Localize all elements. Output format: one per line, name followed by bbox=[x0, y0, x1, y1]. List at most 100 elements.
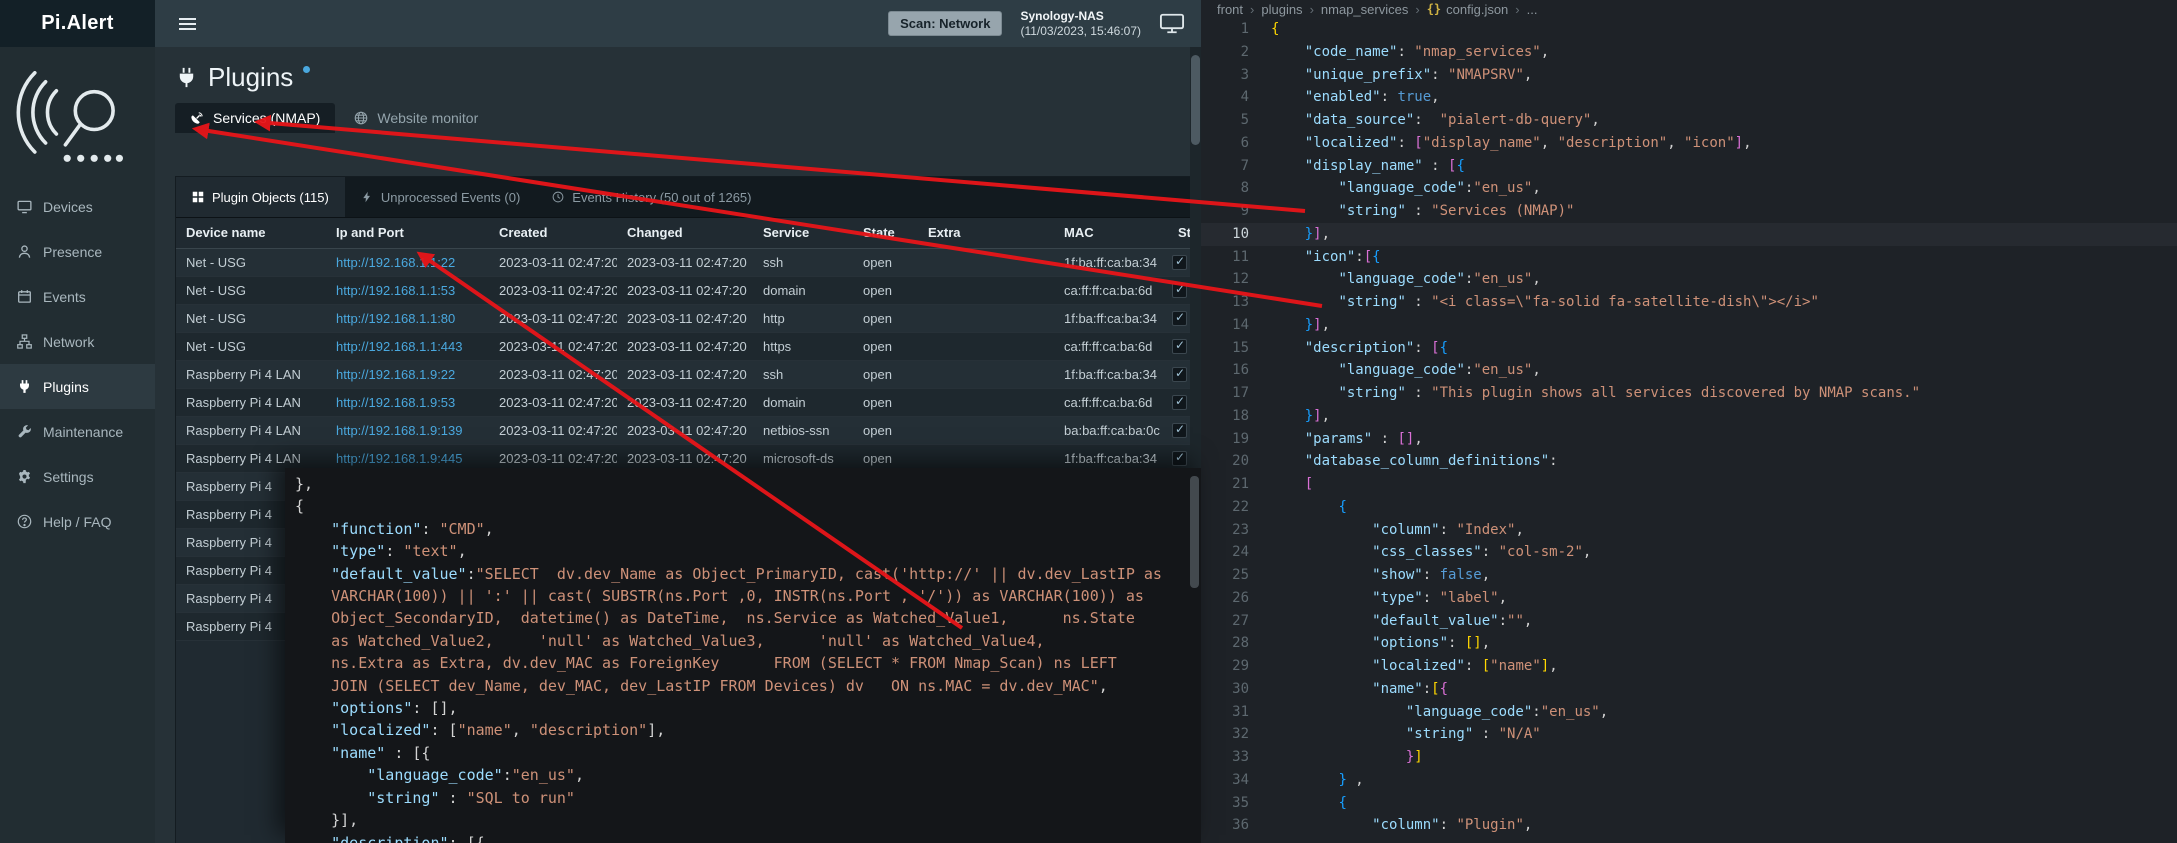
editor-line[interactable]: 18 }], bbox=[1201, 405, 2177, 428]
editor-line[interactable]: 14 }], bbox=[1201, 314, 2177, 337]
status-checkbox[interactable] bbox=[1172, 311, 1187, 326]
status-checkbox[interactable] bbox=[1172, 367, 1187, 382]
line-number: 22 bbox=[1211, 496, 1249, 519]
editor-line[interactable]: 19 "params" : [], bbox=[1201, 428, 2177, 451]
sidebar-item-devices[interactable]: Devices bbox=[0, 184, 155, 229]
overlay-scrollbar[interactable] bbox=[1190, 476, 1199, 588]
brand-logo[interactable]: Pi.Alert bbox=[0, 0, 155, 47]
page-head: Plugins bbox=[175, 61, 1191, 93]
ip-port-link[interactable]: http://192.168.1.1:53 bbox=[336, 283, 455, 298]
editor-line[interactable]: 5 "data_source": "pialert-db-query", bbox=[1201, 109, 2177, 132]
line-number: 13 bbox=[1211, 291, 1249, 314]
editor-line[interactable]: 33 }] bbox=[1201, 746, 2177, 769]
editor-line[interactable]: 31 "language_code":"en_us", bbox=[1201, 701, 2177, 724]
editor-line[interactable]: 22 { bbox=[1201, 496, 2177, 519]
column-header-state[interactable]: State bbox=[853, 218, 918, 248]
column-header-created[interactable]: Created bbox=[489, 218, 617, 248]
editor-line[interactable]: 30 "name":[{ bbox=[1201, 678, 2177, 701]
panel-tab-unprocessed-events-0[interactable]: Unprocessed Events (0) bbox=[345, 177, 536, 217]
breadcrumb-item-front[interactable]: front bbox=[1217, 2, 1243, 17]
breadcrumb-item-more[interactable]: ... bbox=[1527, 2, 1538, 17]
mac-cell: ca:ff:ff:ca:ba:6d bbox=[1054, 388, 1168, 416]
line-code: "unique_prefix": "NMAPSRV", bbox=[1271, 64, 1532, 87]
status-checkbox[interactable] bbox=[1172, 395, 1187, 410]
editor-line[interactable]: 32 "string" : "N/A" bbox=[1201, 723, 2177, 746]
editor-line[interactable]: 35 { bbox=[1201, 792, 2177, 815]
ip-port-link[interactable]: http://192.168.1.1:443 bbox=[336, 339, 463, 354]
breadcrumb-separator: › bbox=[1515, 2, 1519, 17]
column-header-ip-and-port[interactable]: Ip and Port bbox=[326, 218, 489, 248]
editor-line[interactable]: 1{ bbox=[1201, 18, 2177, 41]
editor-line[interactable]: 20 "database_column_definitions": bbox=[1201, 450, 2177, 473]
overlay-code-line: "options": [], bbox=[295, 697, 1201, 719]
status-checkbox[interactable] bbox=[1172, 283, 1187, 298]
sidebar-item-presence[interactable]: Presence bbox=[0, 229, 155, 274]
nav-device-icon[interactable] bbox=[1159, 13, 1185, 34]
breadcrumb-item-plugins[interactable]: plugins bbox=[1261, 2, 1302, 17]
ip-port-link[interactable]: http://192.168.1.1:22 bbox=[336, 255, 455, 270]
editor-line[interactable]: 16 "language_code":"en_us", bbox=[1201, 359, 2177, 382]
editor-line[interactable]: 34 } , bbox=[1201, 769, 2177, 792]
editor-line[interactable]: 26 "type": "label", bbox=[1201, 587, 2177, 610]
status-checkbox[interactable] bbox=[1172, 451, 1187, 466]
table-row: Raspberry Pi 4 LANhttp://192.168.1.9:139… bbox=[176, 416, 1192, 444]
breadcrumb[interactable]: front›plugins›nmap_services›{}config.jso… bbox=[1201, 0, 2177, 18]
column-header-device-name[interactable]: Device name bbox=[176, 218, 326, 248]
sidebar-item-maintenance[interactable]: Maintenance bbox=[0, 409, 155, 454]
editor-line[interactable]: 36 "column": "Plugin", bbox=[1201, 814, 2177, 837]
editor-line[interactable]: 13 "string" : "<i class=\"fa-solid fa-sa… bbox=[1201, 291, 2177, 314]
editor-line[interactable]: 6 "localized": ["display_name", "descrip… bbox=[1201, 132, 2177, 155]
created-cell: 2023-03-11 02:47:20 bbox=[489, 304, 617, 332]
sidebar-item-help-faq[interactable]: Help / FAQ bbox=[0, 499, 155, 544]
tab-website-monitor[interactable]: Website monitor bbox=[339, 103, 493, 133]
editor-line[interactable]: 17 "string" : "This plugin shows all ser… bbox=[1201, 382, 2177, 405]
ip-port-link[interactable]: http://192.168.1.1:80 bbox=[336, 311, 455, 326]
sidebar-item-settings[interactable]: Settings bbox=[0, 454, 155, 499]
status-checkbox[interactable] bbox=[1172, 423, 1187, 438]
ip-port-link[interactable]: http://192.168.1.9:22 bbox=[336, 367, 455, 382]
editor-line[interactable]: 27 "default_value":"", bbox=[1201, 610, 2177, 633]
sidebar-toggle-button[interactable] bbox=[173, 12, 202, 36]
editor-line[interactable]: 23 "column": "Index", bbox=[1201, 519, 2177, 542]
sidebar-item-label: Presence bbox=[43, 244, 102, 260]
page-scrollbar-thumb[interactable] bbox=[1191, 55, 1200, 145]
line-number: 28 bbox=[1211, 632, 1249, 655]
column-header-changed[interactable]: Changed bbox=[617, 218, 753, 248]
editor-line[interactable]: 24 "css_classes": "col-sm-2", bbox=[1201, 541, 2177, 564]
editor-line[interactable]: 11 "icon":[{ bbox=[1201, 246, 2177, 269]
editor-line[interactable]: 12 "language_code":"en_us", bbox=[1201, 268, 2177, 291]
editor-line[interactable]: 7 "display_name" : [{ bbox=[1201, 155, 2177, 178]
column-header-service[interactable]: Service bbox=[753, 218, 853, 248]
column-header-mac[interactable]: MAC bbox=[1054, 218, 1168, 248]
ip-port-link[interactable]: http://192.168.1.9:445 bbox=[336, 451, 463, 466]
column-header-status[interactable]: Status bbox=[1168, 218, 1192, 248]
tab-services-nmap[interactable]: Services (NMAP) bbox=[175, 103, 335, 133]
panel-tab-plugin-objects-115[interactable]: Plugin Objects (115) bbox=[176, 177, 345, 217]
editor-line[interactable]: 8 "language_code":"en_us", bbox=[1201, 177, 2177, 200]
breadcrumb-item-config-json[interactable]: {}config.json bbox=[1427, 2, 1509, 17]
sidebar-item-events[interactable]: Events bbox=[0, 274, 155, 319]
sidebar-item-network[interactable]: Network bbox=[0, 319, 155, 364]
editor-line[interactable]: 21 [ bbox=[1201, 473, 2177, 496]
sidebar-item-plugins[interactable]: Plugins bbox=[0, 364, 155, 409]
editor-line[interactable]: 4 "enabled": true, bbox=[1201, 86, 2177, 109]
editor-line[interactable]: 28 "options": [], bbox=[1201, 632, 2177, 655]
column-header-extra[interactable]: Extra bbox=[918, 218, 1054, 248]
breadcrumb-item-nmap-services[interactable]: nmap_services bbox=[1321, 2, 1408, 17]
status-checkbox[interactable] bbox=[1172, 339, 1187, 354]
created-cell: 2023-03-11 02:47:20 bbox=[489, 416, 617, 444]
editor-line[interactable]: 9 "string" : "Services (NMAP)" bbox=[1201, 200, 2177, 223]
editor-line[interactable]: 15 "description": [{ bbox=[1201, 337, 2177, 360]
editor-line[interactable]: 10 }], bbox=[1201, 223, 2177, 246]
ip-port-link[interactable]: http://192.168.1.9:139 bbox=[336, 423, 463, 438]
ip-port-link[interactable]: http://192.168.1.9:53 bbox=[336, 395, 455, 410]
editor-lines[interactable]: 1{2 "code_name": "nmap_services",3 "uniq… bbox=[1201, 18, 2177, 837]
editor-line[interactable]: 29 "localized": ["name"], bbox=[1201, 655, 2177, 678]
line-code: "code_name": "nmap_services", bbox=[1271, 41, 1549, 64]
panel-tab-events-history-50-out-of-1265[interactable]: Events History (50 out of 1265) bbox=[536, 177, 767, 217]
line-number: 19 bbox=[1211, 428, 1249, 451]
status-checkbox[interactable] bbox=[1172, 255, 1187, 270]
editor-line[interactable]: 25 "show": false, bbox=[1201, 564, 2177, 587]
editor-line[interactable]: 2 "code_name": "nmap_services", bbox=[1201, 41, 2177, 64]
editor-line[interactable]: 3 "unique_prefix": "NMAPSRV", bbox=[1201, 64, 2177, 87]
